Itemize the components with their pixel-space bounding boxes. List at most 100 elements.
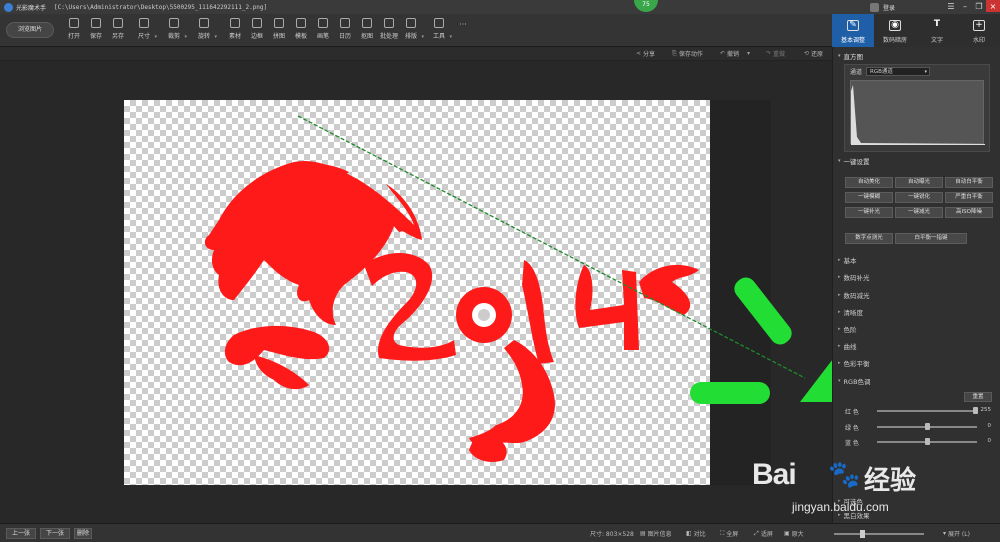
image-canvas[interactable] [124,100,710,485]
compare-icon: ◧ [686,530,692,537]
login-area[interactable]: 登录 [870,1,895,13]
baidu-url: jingyan.baidu.com [792,500,889,514]
redo-icon: ↷ [766,50,772,57]
rotate-icon [199,18,209,28]
onekey-header[interactable]: ▾ 一键设置 [838,155,870,167]
collapse-icon: ▾ [838,53,841,59]
tab-watermark[interactable]: + 水印 [958,14,1000,47]
section-curves[interactable]: ▸ 曲线 [838,341,857,351]
file-path: [C:\Users\Administrator\Desktop\5500295_… [54,3,268,11]
section-digital-fill-light[interactable]: ▸ 数码补光 [838,272,870,282]
section-rgb-tone[interactable]: ▾ RGB色调 [838,376,871,386]
high-iso-denoise-button[interactable]: 高ISO降噪 [945,207,993,218]
green-slider-thumb[interactable] [925,423,930,430]
tab-text[interactable]: T 文字 [916,14,958,47]
one-click-reduce-light-button[interactable]: 一键减光 [895,207,943,218]
login-link[interactable]: 登录 [883,3,895,12]
layout-icon [406,18,416,28]
one-click-blur-button[interactable]: 一键模糊 [845,192,893,203]
restore-icon[interactable]: ❐ [972,0,986,12]
chevron-down-icon[interactable]: ▾ [747,50,750,57]
app-title: 光影魔术手 [16,4,47,12]
layout-button[interactable]: 排版 ▾ [400,18,424,44]
section-basic[interactable]: ▸ 基本 [838,255,857,265]
tab-basic-adjust[interactable]: ✎ 基本调整 [832,14,874,47]
tools-button[interactable]: 工具 ▾ [428,18,452,44]
save-action-button[interactable]: ⎘ 保存动作 [672,49,703,59]
severe-white-balance-button[interactable]: 严重白平衡 [945,192,993,203]
adjust-icon: ✎ [847,20,859,31]
one-click-sharpen-button[interactable]: 一键锐化 [895,192,943,203]
chevron-down-icon[interactable]: ▾ [184,34,187,40]
white-balance-picker-button[interactable]: 白平衡一指键 [895,233,967,244]
text-icon: T [933,19,941,29]
red-slider-track[interactable] [877,410,977,412]
zoom-slider-thumb[interactable] [860,530,865,538]
menu-icon[interactable]: ☰ [944,0,958,12]
histogram-header[interactable]: ▾ 直方图 [838,50,863,62]
expand-icon: ▸ [838,274,841,280]
open-button[interactable]: 打开 [63,18,85,44]
watermark-icon: + [973,20,985,31]
restore-icon: ⟲ [804,50,810,57]
minimize-icon[interactable]: – [958,0,972,12]
section-clarity[interactable]: ▸ 清晰度 [838,307,863,317]
rotate-button[interactable]: 旋转 ▾ [193,18,217,44]
section-levels[interactable]: ▸ 色阶 [838,324,857,334]
auto-exposure-button[interactable]: 自动曝光 [895,177,943,188]
auto-beautify-button[interactable]: 自动美化 [845,177,893,188]
share-icon: ⋖ [636,50,642,57]
collapse-icon: ▾ [838,378,841,384]
restore-button[interactable]: ⟲ 还原 [804,49,823,58]
section-digital-reduce-light[interactable]: ▸ 数码减光 [838,290,870,300]
histogram-curve [851,85,985,145]
wrench-icon [434,18,444,28]
green-slider-row: 绿 色 0 [845,422,995,432]
batch-button[interactable]: 批处理 [378,18,400,44]
crop-button[interactable]: 裁剪 ▾ [163,18,187,44]
channel-select[interactable]: RGB通道 ▾ [866,67,931,76]
save-as-button[interactable]: 另存 [107,18,129,44]
zoom-slider-track[interactable] [834,533,924,535]
camera-icon: ◉ [889,20,901,31]
calendar-button[interactable]: 日历 [334,18,356,44]
chevron-down-icon[interactable]: ▾ [421,34,424,40]
one-click-fill-light-button[interactable]: 一键补光 [845,207,893,218]
rgb-reset-button[interactable]: 重置 [964,392,992,402]
save-button[interactable]: 保存 [85,18,107,44]
redo-button[interactable]: ↷ 重做 [766,49,785,58]
next-image-button[interactable]: 下一张 [40,528,70,539]
chevron-down-icon[interactable]: ▾ [154,34,157,40]
border-button[interactable]: 边框 [246,18,268,44]
chevron-down-icon: ▾ [943,530,947,537]
fullscreen-button[interactable]: ⛶ 全屏 [720,529,738,539]
compare-button[interactable]: ◧ 对比 [686,529,706,538]
save-as-icon [113,18,123,28]
brush-button[interactable]: 画笔 [312,18,334,44]
section-color-balance[interactable]: ▸ 色彩平衡 [838,358,870,368]
undo-button[interactable]: ↶ 撤销 ▾ [720,49,750,58]
tab-digital-darkroom[interactable]: ◉ 数码暗房 [874,14,916,47]
close-icon[interactable]: × [986,0,1000,12]
image-info-button[interactable]: ▤ 图片信息 [640,529,672,538]
size-button[interactable]: 尺寸 ▾ [133,18,157,44]
more-button[interactable]: ··· [452,18,474,44]
browse-images-button[interactable]: 浏览图片 [6,22,54,38]
delete-button[interactable]: 删除 [74,528,92,539]
app-logo-icon [4,2,13,12]
original-size-button[interactable]: ▣ 原大 [784,529,804,538]
material-button[interactable]: 素材 [224,18,246,44]
template-button[interactable]: 模板 [290,18,312,44]
expand-button[interactable]: ▾ 展开 (L) [943,529,970,538]
avatar [870,2,879,12]
blue-slider-thumb[interactable] [925,438,930,445]
spot-metering-button[interactable]: 数字点测光 [845,233,893,244]
fit-screen-button[interactable]: ⤢ 适屏 [754,529,773,539]
prev-image-button[interactable]: 上一张 [6,528,36,539]
share-button[interactable]: ⋖ 分享 [636,49,655,58]
cutout-button[interactable]: 抠图 [356,18,378,44]
auto-white-balance-button[interactable]: 自动白平衡 [945,177,993,188]
chevron-down-icon[interactable]: ▾ [214,34,217,40]
channel-row: 通道 RGB通道 ▾ [850,67,931,76]
collage-button[interactable]: 拼图 [268,18,290,44]
